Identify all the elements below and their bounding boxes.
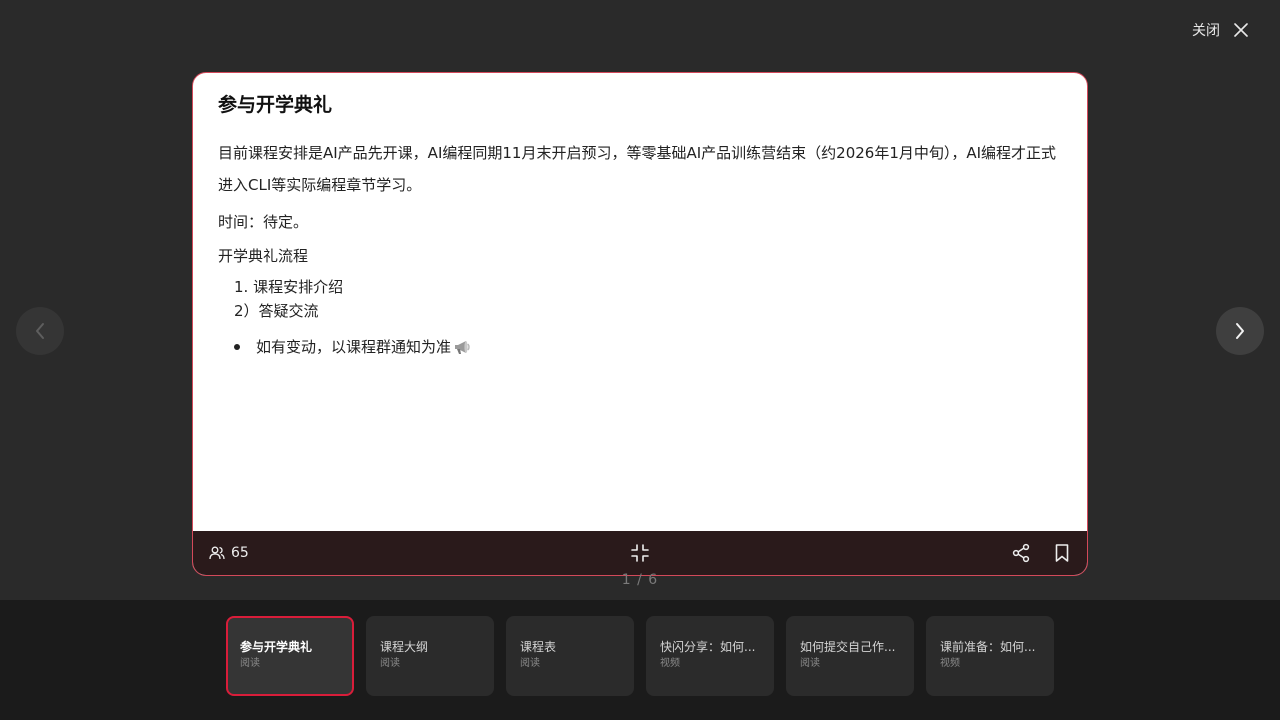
card-footer: 65 [193, 531, 1087, 575]
thumbnail-type: 视频 [660, 658, 680, 669]
bookmark-button[interactable] [1053, 543, 1071, 563]
next-button[interactable] [1216, 307, 1264, 355]
bullet-item: 如有变动，以课程群通知为准 [218, 335, 1061, 359]
thumbnail-title: 如何提交自己作... [800, 640, 896, 654]
thumbnail-item[interactable]: 课程大纲 阅读 [366, 616, 494, 696]
bookmark-icon [1055, 544, 1069, 562]
chevron-left-icon [36, 323, 44, 339]
thumbnail-item[interactable]: 课前准备：如何... 视频 [926, 616, 1054, 696]
thumbnail-title: 参与开学典礼 [240, 640, 313, 654]
close-icon [1234, 23, 1248, 37]
process-heading: 开学典礼流程 [218, 247, 309, 265]
megaphone-icon [455, 341, 470, 354]
collapse-icon [631, 544, 649, 562]
prev-button[interactable] [16, 307, 64, 355]
card-body: 参与开学典礼 目前课程安排是AI产品先开课，AI编程同期11月末开启预习，等零基… [193, 73, 1087, 359]
thumbnail-item[interactable]: 课程表 阅读 [506, 616, 634, 696]
list-item: 1. 课程安排介绍 [234, 278, 344, 296]
thumbnail-title: 快闪分享：如何... [660, 640, 756, 654]
content-card: 参与开学典礼 目前课程安排是AI产品先开课，AI编程同期11月末开启预习，等零基… [192, 72, 1088, 576]
thumbnail-title: 课前准备：如何... [940, 640, 1036, 654]
viewer-count-value: 65 [231, 545, 249, 561]
time-line: 时间：待定。 [218, 213, 309, 231]
intro-paragraph: 目前课程安排是AI产品先开课，AI编程同期11月末开启预习，等零基础AI产品训练… [218, 144, 1057, 194]
collapse-button[interactable] [630, 543, 650, 567]
thumbnail-type: 阅读 [800, 658, 820, 669]
thumbnail-type: 阅读 [240, 658, 260, 669]
card-title: 参与开学典礼 [218, 94, 333, 116]
users-icon [209, 546, 225, 560]
thumbnail-title: 课程表 [520, 640, 557, 654]
thumbnail-type: 阅读 [520, 658, 540, 669]
thumbnail-type: 视频 [940, 658, 960, 669]
bullet-text: 如有变动，以课程群通知为准 [256, 338, 452, 356]
thumbnail-item[interactable]: 参与开学典礼 阅读 [226, 616, 354, 696]
list-item: 2）答疑交流 [234, 302, 319, 320]
thumbnail-list: 参与开学典礼 阅读 课程大纲 阅读 课程表 阅读 快闪分享：如何... 视频 如… [226, 616, 1054, 696]
thumbnail-type: 阅读 [380, 658, 400, 669]
close-label: 关闭 [1192, 23, 1220, 39]
thumbnail-bar: 参与开学典礼 阅读 课程大纲 阅读 课程表 阅读 快闪分享：如何... 视频 如… [0, 600, 1280, 720]
footer-actions [1011, 543, 1071, 563]
share-icon [1012, 543, 1030, 563]
thumbnail-title: 课程大纲 [380, 640, 429, 654]
chevron-right-icon [1236, 323, 1244, 339]
page-indicator: 1 / 6 [621, 572, 659, 588]
share-button[interactable] [1011, 543, 1031, 563]
viewer-count: 65 [209, 545, 249, 561]
close-button[interactable]: 关闭 [1192, 20, 1248, 40]
bullet-dot [234, 344, 240, 350]
thumbnail-item[interactable]: 如何提交自己作... 阅读 [786, 616, 914, 696]
thumbnail-item[interactable]: 快闪分享：如何... 视频 [646, 616, 774, 696]
